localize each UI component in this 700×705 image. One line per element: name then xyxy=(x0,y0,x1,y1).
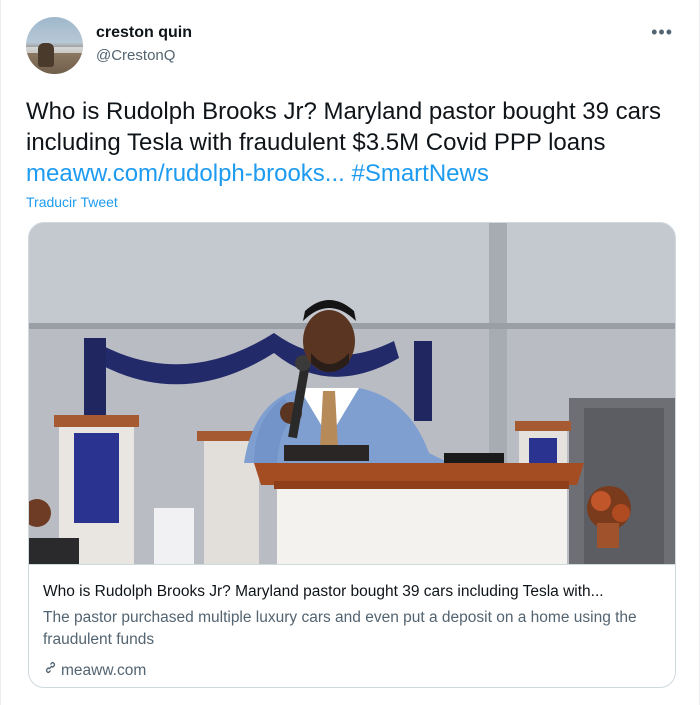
more-options-icon[interactable]: ••• xyxy=(651,22,673,43)
card-image[interactable] xyxy=(29,223,675,564)
translate-tweet-link[interactable]: Traducir Tweet xyxy=(26,194,118,210)
user-display-name[interactable]: creston quin xyxy=(96,24,192,42)
card-title[interactable]: Who is Rudolph Brooks Jr? Maryland pasto… xyxy=(43,583,604,601)
card-domain-text: meaww.com xyxy=(61,662,147,679)
tweet-text-body: Who is Rudolph Brooks Jr? Maryland pasto… xyxy=(26,98,661,156)
link-preview-card[interactable]: Who is Rudolph Brooks Jr? Maryland pasto… xyxy=(28,222,676,688)
avatar[interactable] xyxy=(26,17,83,74)
tweet: creston quin @CrestonQ ••• Who is Rudolp… xyxy=(0,0,700,705)
tweet-link[interactable]: meaww.com/rudolph-brooks... xyxy=(26,160,345,187)
hashtag-link[interactable]: #SmartNews xyxy=(351,160,488,187)
card-meta[interactable]: Who is Rudolph Brooks Jr? Maryland pasto… xyxy=(29,564,675,687)
link-icon xyxy=(43,660,58,680)
card-description: The pastor purchased multiple luxury car… xyxy=(43,609,637,648)
card-domain[interactable]: meaww.com xyxy=(43,660,146,680)
pastor-photo xyxy=(29,223,675,564)
avatar-wave xyxy=(26,47,83,53)
tweet-text: Who is Rudolph Brooks Jr? Maryland pasto… xyxy=(26,96,666,189)
avatar-figure xyxy=(38,43,54,67)
user-handle[interactable]: @CrestonQ xyxy=(96,47,175,64)
